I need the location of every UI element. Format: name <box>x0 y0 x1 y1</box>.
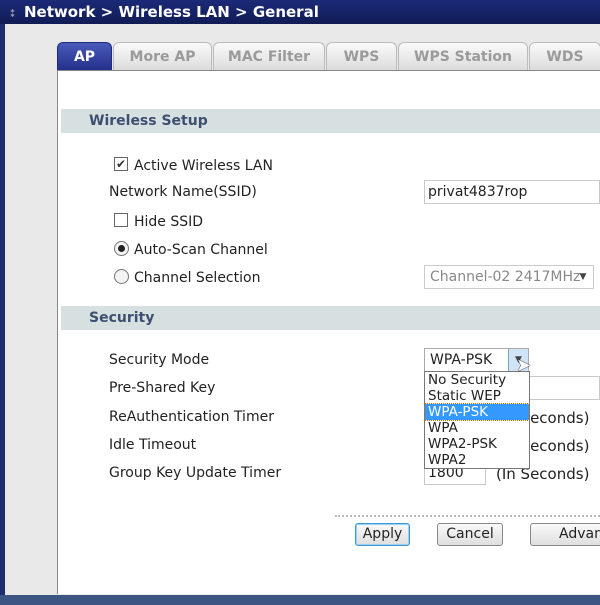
section-security: Security <box>61 306 600 330</box>
security-mode-label: Security Mode <box>109 352 210 368</box>
channel-selection-label: Channel Selection <box>134 270 261 286</box>
channel-select[interactable]: Channel-02 2417MHz ▼ <box>424 265 594 289</box>
tab-wds[interactable]: WDS <box>529 42 600 70</box>
divider <box>335 515 600 517</box>
option-wpa2[interactable]: WPA2 <box>425 452 529 468</box>
reauth-label: ReAuthentication Timer <box>109 409 274 425</box>
security-mode-select[interactable]: WPA-PSK ▼ <box>424 348 529 372</box>
idle-label: Idle Timeout <box>109 437 197 453</box>
left-strip <box>0 24 5 605</box>
security-mode-dropdown[interactable]: No Security Static WEP WPA-PSK WPA WPA2-… <box>424 371 530 469</box>
channel-value: Channel-02 2417MHz <box>430 269 581 285</box>
security-mode-value: WPA-PSK <box>430 352 493 368</box>
option-wpa-psk[interactable]: WPA-PSK <box>424 403 530 421</box>
channel-selection-radio[interactable] <box>114 269 129 284</box>
tab-wps-station[interactable]: WPS Station <box>398 42 528 70</box>
bottom-bar <box>0 595 600 605</box>
tab-wps[interactable]: WPS <box>326 42 397 70</box>
breadcrumb: Network > Wireless LAN > General <box>24 3 319 21</box>
mouse-cursor-icon: ➤ <box>516 355 532 376</box>
auto-scan-label: Auto-Scan Channel <box>134 242 268 258</box>
ssid-input[interactable]: privat4837rop <box>424 180 600 204</box>
option-wpa2-psk[interactable]: WPA2-PSK <box>425 436 529 452</box>
active-wireless-lan-checkbox[interactable]: ✔ <box>114 157 128 171</box>
chevron-down-icon: ▼ <box>579 272 587 282</box>
option-wpa[interactable]: WPA <box>425 420 529 436</box>
breadcrumb-bar: ⁑ Network > Wireless LAN > General <box>0 0 600 24</box>
tab-mac-filter[interactable]: MAC Filter <box>213 42 325 70</box>
tab-ap[interactable]: AP <box>57 42 112 70</box>
group-key-label: Group Key Update Timer <box>109 465 282 481</box>
apply-button[interactable]: Apply <box>355 523 410 546</box>
active-wireless-lan-label: Active Wireless LAN <box>134 158 273 174</box>
hide-ssid-checkbox[interactable] <box>114 213 128 227</box>
network-icon: ⁑ <box>10 9 16 20</box>
auto-scan-radio[interactable] <box>114 241 129 256</box>
ssid-label: Network Name(SSID) <box>109 184 257 200</box>
psk-label: Pre-Shared Key <box>109 380 216 396</box>
section-wireless-setup: Wireless Setup <box>61 109 600 133</box>
cancel-button[interactable]: Cancel <box>437 523 503 546</box>
hide-ssid-label: Hide SSID <box>134 214 204 230</box>
tab-more-ap[interactable]: More AP <box>113 42 212 70</box>
advanced-button[interactable]: Advan <box>530 523 600 546</box>
option-no-security[interactable]: No Security <box>425 372 529 388</box>
option-static-wep[interactable]: Static WEP <box>425 388 529 404</box>
